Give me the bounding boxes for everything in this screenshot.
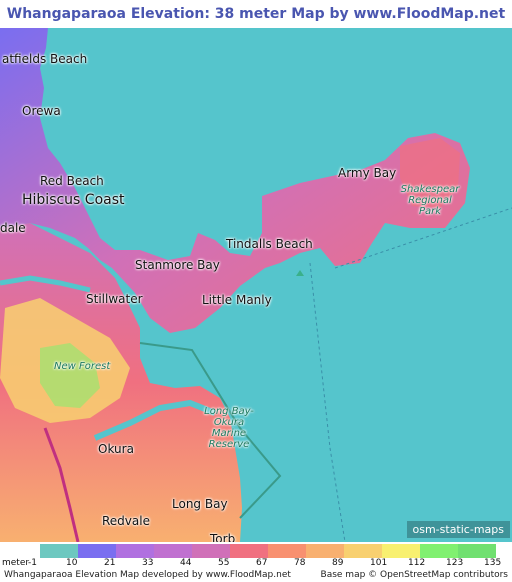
place-hibiscus-coast: Hibiscus Coast: [22, 192, 125, 208]
place-tindalls-beach: Tindalls Beach: [226, 237, 313, 251]
legend-tick-label: 21: [104, 558, 116, 568]
park-new-forest: New Forest: [54, 361, 111, 372]
place-army-bay: Army Bay: [338, 166, 397, 180]
legend-swatch: [268, 544, 306, 558]
place-okura: Okura: [98, 442, 134, 456]
park-shakespear: Shakespear Regional Park: [400, 184, 460, 217]
place-little-manly: Little Manly: [202, 293, 272, 307]
place-redvale: Redvale: [102, 514, 150, 528]
legend-tick-label: 55: [218, 558, 230, 568]
elevation-legend: meter -1 10 21 33 44 55 67 78 89 101 112 123 135: [0, 542, 512, 569]
legend-tick-label: 112: [408, 558, 426, 568]
footer: Whangaparaoa Elevation Map developed by …: [0, 569, 512, 582]
place-red-beach: Red Beach: [40, 174, 104, 188]
legend-swatch: [230, 544, 268, 558]
park-marine-reserve: Long Bay-Okura Marine Reserve: [204, 406, 254, 450]
place-stanmore-bay: Stanmore Bay: [135, 258, 220, 272]
place-stillwater: Stillwater: [86, 292, 143, 306]
legend-tick-label: 89: [332, 558, 344, 568]
place-dale: dale: [0, 221, 26, 235]
legend-swatch: [306, 544, 344, 558]
elevation-map[interactable]: atfields Beach Orewa Red Beach Hibiscus …: [0, 28, 512, 542]
legend-swatch: [78, 544, 116, 558]
legend-swatch: [116, 544, 154, 558]
legend-tick-label: 123: [446, 558, 464, 568]
shipping-channel: [309, 262, 346, 542]
legend-unit-label: meter: [2, 558, 30, 568]
footer-credit: Whangaparaoa Elevation Map developed by …: [4, 570, 291, 580]
map-terrain: [0, 28, 512, 542]
legend-tick-label: 67: [256, 558, 268, 568]
legend-color-bar: [40, 544, 496, 558]
legend-swatch: [420, 544, 458, 558]
legend-tick-label: 44: [180, 558, 192, 568]
footer-attribution: Base map © OpenStreetMap contributors: [320, 570, 508, 580]
peak-marker: [296, 270, 304, 276]
legend-tick-label: 101: [370, 558, 388, 568]
place-orewa: Orewa: [22, 104, 61, 118]
legend-swatch: [458, 544, 496, 558]
osm-badge: osm-static-maps: [406, 521, 510, 538]
legend-swatch: [40, 544, 78, 558]
place-torb: Torb: [210, 532, 236, 542]
place-hatfields-beach: atfields Beach: [2, 52, 88, 66]
legend-swatch: [192, 544, 230, 558]
legend-swatch: [154, 544, 192, 558]
legend-tick-label: 78: [294, 558, 306, 568]
place-long-bay: Long Bay: [172, 497, 228, 511]
legend-swatch: [382, 544, 420, 558]
legend-tick-label: 33: [142, 558, 154, 568]
legend-swatch: [344, 544, 382, 558]
title-bar: Whangaparaoa Elevation: 38 meter Map by …: [0, 0, 512, 50]
legend-tick-label: 135: [484, 558, 502, 568]
legend-tick-label: 10: [66, 558, 78, 568]
legend-tick-label: -1: [28, 558, 37, 568]
